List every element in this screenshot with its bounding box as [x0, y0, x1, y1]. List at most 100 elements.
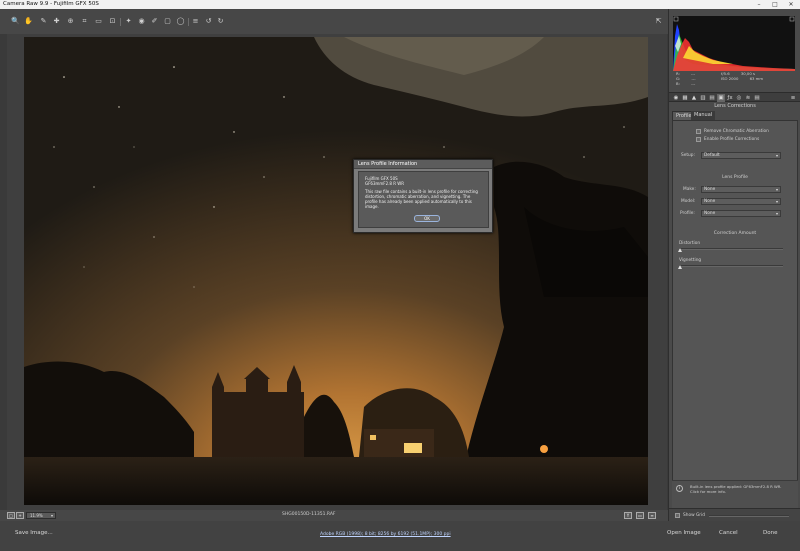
- panel-title: Lens Corrections: [714, 103, 756, 109]
- save-image-button[interactable]: Save Image...: [15, 530, 53, 536]
- zoom-in-button[interactable]: +: [16, 512, 24, 519]
- window-title: Camera Raw 9.9 - Fujifilm GFX 50S: [3, 1, 99, 7]
- presets-tab-icon[interactable]: ≋: [744, 94, 752, 102]
- color-sampler-tool-icon[interactable]: ✚: [52, 17, 61, 26]
- zoom-level-value: 11.9%: [30, 513, 43, 518]
- spot-removal-tool-icon[interactable]: ✦: [124, 17, 133, 26]
- lens-info-box[interactable]: i Built-in lens profile applied: GF63mmF…: [672, 480, 798, 508]
- correction-amount-title: Correction Amount: [713, 231, 757, 236]
- make-value: None: [704, 187, 716, 192]
- before-after-swap-icon[interactable]: ▭: [636, 512, 644, 519]
- rotate-left-icon[interactable]: ↺: [204, 17, 213, 26]
- info-icon: i: [676, 485, 683, 492]
- zoom-tool-icon[interactable]: 🔍: [11, 17, 20, 26]
- window-titlebar: Camera Raw 9.9 - Fujifilm GFX 50S – □ ✕: [0, 0, 800, 9]
- adjustments-panel: R: --- G: --- B: --- f/5.6 30,00 s ISO 2…: [668, 9, 800, 521]
- model-select[interactable]: None ▾: [701, 198, 781, 205]
- distortion-slider[interactable]: [679, 248, 783, 250]
- make-select[interactable]: None ▾: [701, 186, 781, 193]
- preview-settings-icon[interactable]: ≡: [648, 512, 656, 519]
- setup-label: Setup:: [681, 153, 695, 158]
- filmstrip-toggle-button[interactable]: □: [7, 512, 15, 519]
- basic-tab-icon[interactable]: ◉: [672, 94, 680, 102]
- hsl-tab-icon[interactable]: ▥: [699, 94, 707, 102]
- show-grid-label: Show Grid: [683, 513, 705, 518]
- rotate-right-icon[interactable]: ↻: [216, 17, 225, 26]
- profile-value: None: [704, 211, 716, 216]
- enable-profile-checkbox[interactable]: [696, 137, 701, 142]
- profile-select[interactable]: None ▾: [701, 210, 781, 217]
- toolbar: 🔍 ✋ ✎ ✚ ⊕ ⌗ ▭ ⊡ ✦ ◉ ✐ ▢ ◯ ≡ ↺ ↻ ⇱: [0, 9, 668, 34]
- chevron-down-icon: ▾: [775, 199, 778, 204]
- enable-profile-label: Enable Profile Corrections: [704, 137, 760, 142]
- distortion-label: Distortion: [679, 241, 701, 246]
- targeted-adjustment-tool-icon[interactable]: ⊕: [66, 17, 75, 26]
- b-value: ---: [691, 81, 696, 86]
- maximize-button[interactable]: □: [768, 0, 782, 9]
- dialog-body: Fujifilm GFX 50S GF63mmF2.8 R WR This ra…: [358, 171, 489, 228]
- zoom-level-select[interactable]: 11.9% ▾: [26, 512, 56, 519]
- adjustment-brush-icon[interactable]: ✐: [150, 17, 159, 26]
- minimize-button[interactable]: –: [752, 0, 766, 9]
- model-value: None: [704, 199, 716, 204]
- dialog-lens: GF63mmF2.8 R WR: [365, 181, 405, 186]
- lens-profile-body: Remove Chromatic Aberration Enable Profi…: [672, 120, 798, 490]
- red-eye-tool-icon[interactable]: ◉: [137, 17, 146, 26]
- chevron-down-icon: ▾: [775, 187, 778, 192]
- lens-info-text: Built-in lens profile applied: GF63mmF2.…: [690, 484, 782, 494]
- preferences-icon[interactable]: ≡: [191, 17, 200, 26]
- chevron-down-icon: ▾: [775, 153, 778, 158]
- crop-tool-icon[interactable]: ⌗: [80, 17, 89, 26]
- tab-manual[interactable]: Manual: [691, 111, 716, 120]
- show-grid-checkbox[interactable]: [675, 513, 680, 518]
- effects-tab-icon[interactable]: ƒx: [726, 94, 734, 102]
- chevron-down-icon: ▾: [775, 211, 778, 216]
- model-label: Model:: [681, 199, 696, 204]
- snapshots-tab-icon[interactable]: ▤: [753, 94, 761, 102]
- toolbar-divider: [188, 18, 189, 26]
- profile-label: Profile:: [680, 211, 695, 216]
- lens-profile-dialog: Lens Profile Information Fujifilm GFX 50…: [353, 159, 493, 233]
- ok-button[interactable]: OK: [414, 215, 440, 222]
- graduated-filter-icon[interactable]: ▢: [163, 17, 172, 26]
- transform-tool-icon[interactable]: ⊡: [108, 17, 117, 26]
- iso-value: ISO 2000: [721, 76, 739, 81]
- dialog-footer: Save Image... Adobe RGB (1998); 8 bit; 8…: [0, 521, 800, 551]
- open-image-button[interactable]: Open Image: [667, 530, 701, 536]
- grid-size-slider[interactable]: [709, 515, 789, 517]
- histogram-graph: [673, 16, 795, 71]
- lens-corrections-tab-icon[interactable]: ▣: [717, 94, 725, 102]
- remove-ca-checkbox[interactable]: [696, 129, 701, 134]
- panel-tab-icons: ◉ ▦ ▲ ▥ ▤ ▣ ƒx ◎ ≋ ▤ ≡: [669, 92, 800, 102]
- camera-calibration-tab-icon[interactable]: ◎: [735, 94, 743, 102]
- cancel-button[interactable]: Cancel: [719, 530, 738, 536]
- hand-tool-icon[interactable]: ✋: [24, 17, 33, 26]
- remove-ca-label: Remove Chromatic Aberration: [704, 129, 769, 134]
- vignetting-label: Vignetting: [679, 258, 702, 263]
- radial-filter-icon[interactable]: ◯: [176, 17, 185, 26]
- white-balance-tool-icon[interactable]: ✎: [39, 17, 48, 26]
- setup-select[interactable]: Default ▾: [701, 152, 781, 159]
- done-button[interactable]: Done: [763, 530, 777, 536]
- panel-menu-icon[interactable]: ≡: [789, 94, 797, 102]
- workflow-options-link[interactable]: Adobe RGB (1998); 8 bit; 8256 by 6192 (5…: [320, 532, 451, 537]
- vignetting-slider[interactable]: [679, 265, 783, 267]
- close-window-button[interactable]: ✕: [784, 0, 798, 9]
- night-castle-photo: [24, 37, 648, 505]
- photo-preview[interactable]: [24, 37, 648, 505]
- distortion-slider-thumb[interactable]: [678, 248, 682, 252]
- before-after-toggle[interactable]: Y: [624, 512, 632, 519]
- detail-tab-icon[interactable]: ▲: [690, 94, 698, 102]
- split-toning-tab-icon[interactable]: ▤: [708, 94, 716, 102]
- dialog-title: Lens Profile Information: [354, 160, 492, 169]
- panel-bottom-bar: Show Grid: [669, 508, 800, 521]
- open-preview-icon[interactable]: ⇱: [654, 17, 663, 26]
- straighten-tool-icon[interactable]: ▭: [94, 17, 103, 26]
- tone-curve-tab-icon[interactable]: ▦: [681, 94, 689, 102]
- file-name: SHG00150D-11351.RAF: [282, 512, 336, 517]
- toolbar-divider: [120, 18, 121, 26]
- dialog-message: This raw file contains a built-in lens p…: [365, 189, 478, 209]
- vignetting-slider-thumb[interactable]: [678, 265, 682, 269]
- make-label: Make:: [683, 187, 696, 192]
- b-label: B:: [676, 81, 680, 86]
